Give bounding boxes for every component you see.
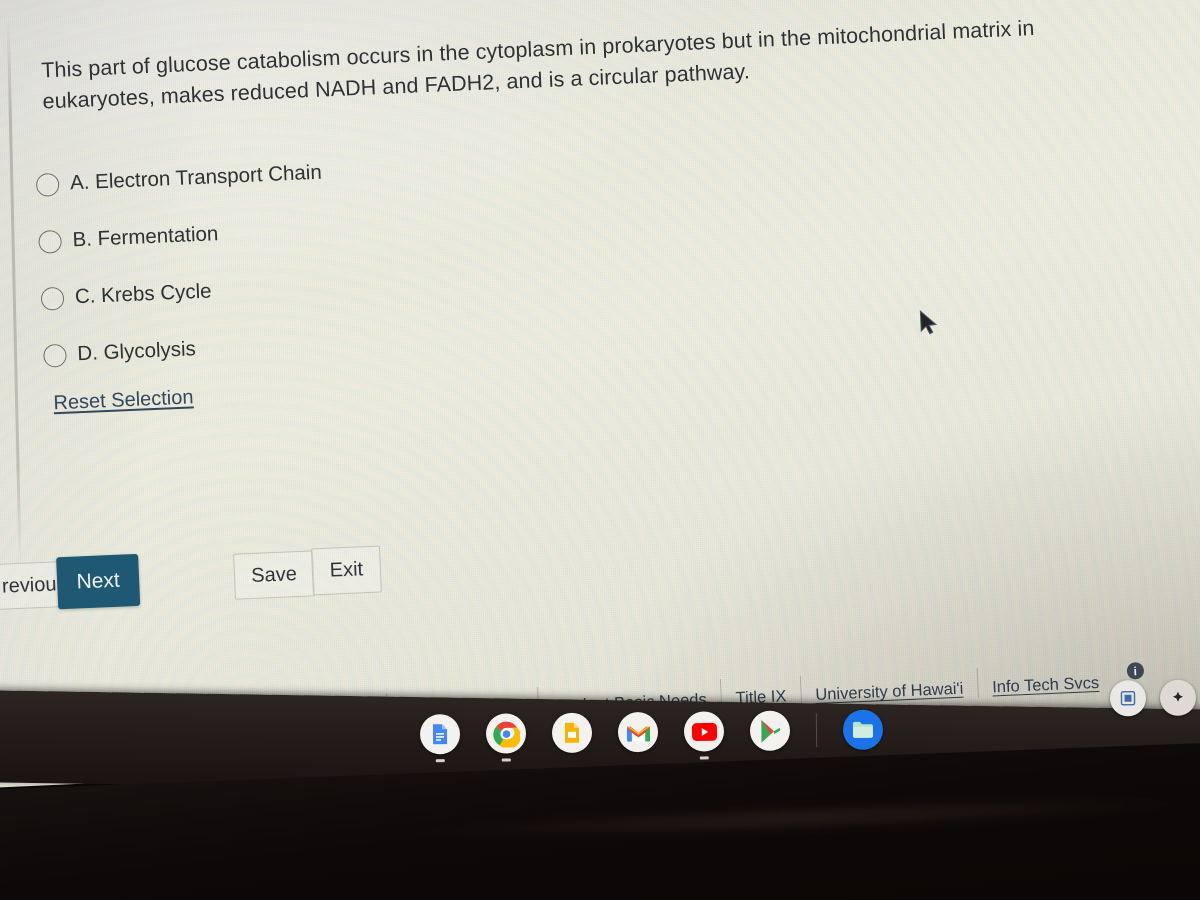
google-play-icon[interactable] (749, 710, 791, 751)
youtube-icon[interactable] (683, 711, 725, 752)
radio-button-d[interactable] (42, 343, 67, 368)
next-button[interactable]: Next (56, 553, 141, 610)
save-button-label: Save (250, 562, 298, 587)
answer-option-d-label: D. Glycolysis (76, 337, 197, 366)
answer-option-a-label: A. Electron Transport Chain (69, 160, 323, 195)
settings-tray-icon[interactable] (1159, 679, 1197, 716)
shelf-separator (815, 713, 818, 748)
google-docs-icon[interactable] (419, 714, 461, 755)
next-button-label: Next (76, 568, 121, 594)
info-icon[interactable]: i (1126, 661, 1145, 680)
app-window-icon[interactable] (1109, 680, 1147, 717)
exit-button-label: Exit (329, 558, 364, 582)
radio-button-c[interactable] (40, 286, 65, 311)
answer-options-list: A. Electron Transport Chain B. Fermentat… (35, 138, 564, 388)
files-icon[interactable] (842, 709, 884, 750)
save-button[interactable]: Save (233, 550, 315, 600)
radio-button-a[interactable] (35, 172, 60, 197)
shelf-status-area[interactable] (1109, 679, 1197, 717)
laptop-screen-photo: This part of glucose catabolism occurs i… (0, 0, 1200, 900)
google-slides-icon[interactable] (551, 712, 593, 754)
answer-option-b-label: B. Fermentation (72, 222, 219, 252)
mouse-pointer (919, 310, 938, 335)
gmail-icon[interactable] (617, 711, 659, 753)
answer-option-c-label: C. Krebs Cycle (74, 279, 213, 309)
radio-button-b[interactable] (38, 229, 63, 254)
shelf-app-icons (419, 709, 884, 755)
exit-button[interactable]: Exit (310, 545, 382, 596)
google-chrome-icon[interactable] (485, 713, 527, 754)
